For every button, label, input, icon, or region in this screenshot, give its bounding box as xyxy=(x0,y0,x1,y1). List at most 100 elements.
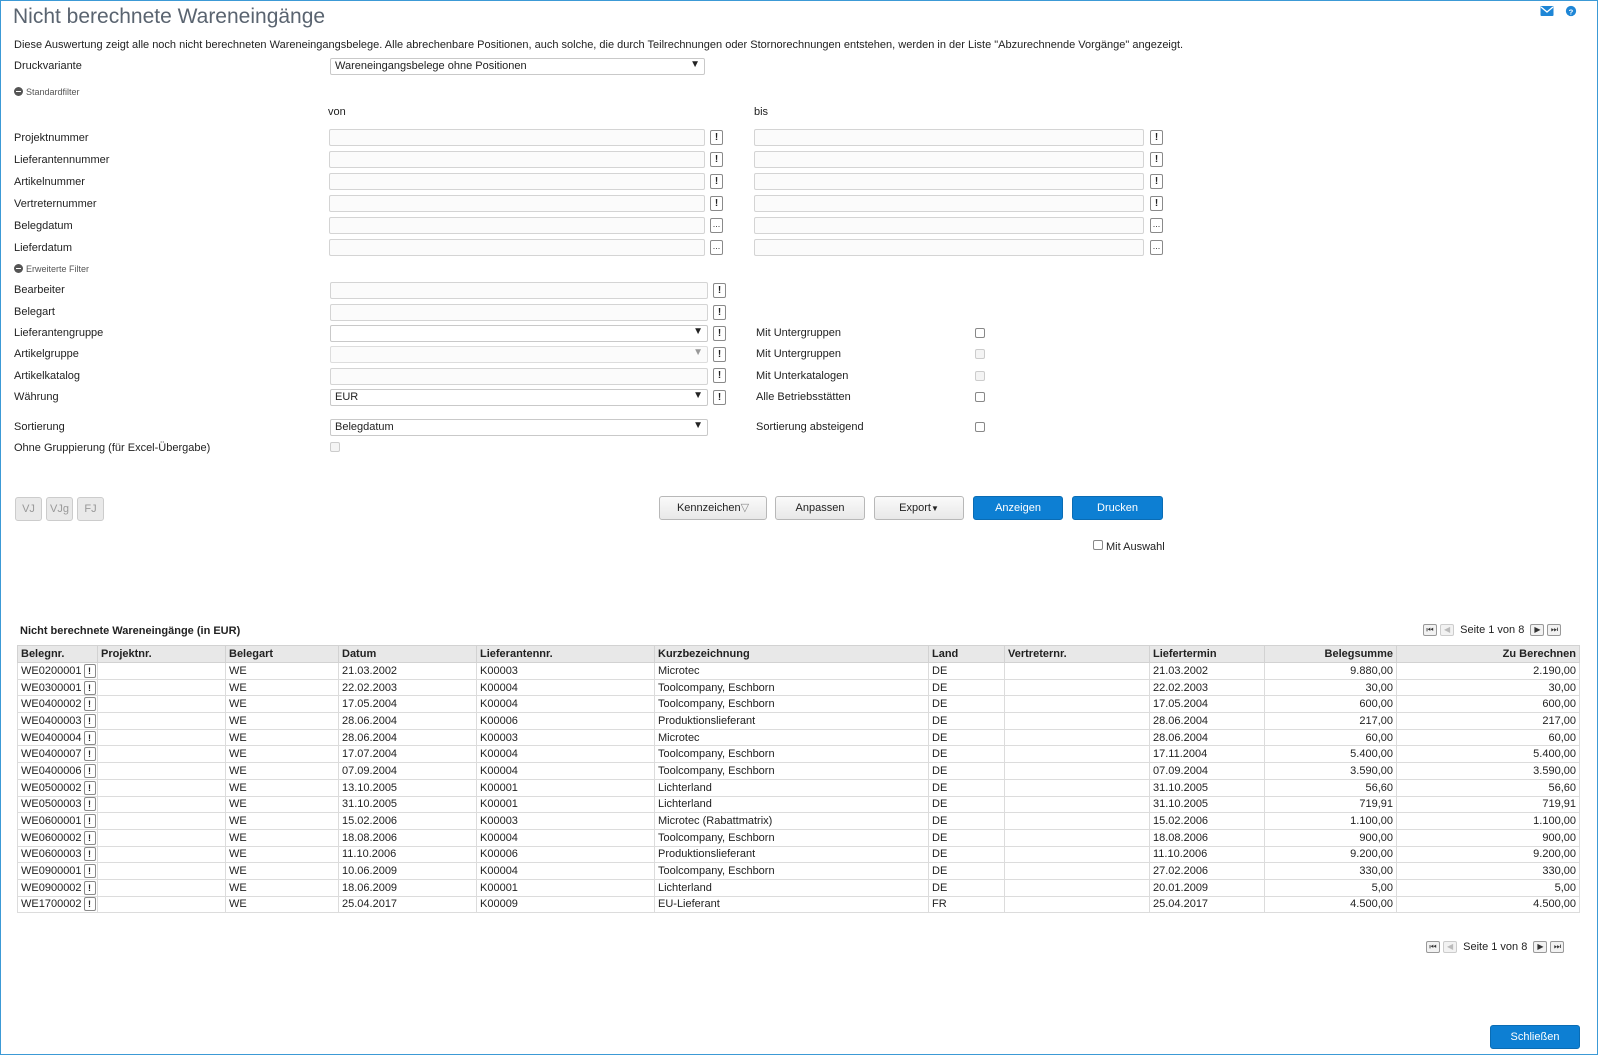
row-detail-button[interactable]: ! xyxy=(83,730,96,745)
row-detail-button[interactable]: ! xyxy=(83,747,96,762)
table-row[interactable]: WE0500002! WE 13.10.2005 K00001 Lichterland D… xyxy=(17,778,1580,797)
row-detail-button[interactable]: ! xyxy=(83,830,96,845)
last-page-icon[interactable]: ⏭ xyxy=(1547,624,1562,637)
column-header[interactable]: Belegsumme xyxy=(1264,645,1397,663)
row-detail-button[interactable]: ! xyxy=(83,763,96,778)
table-row[interactable]: WE0300001! WE 22.02.2003 K00004 Toolcompany,… xyxy=(17,678,1580,697)
help-icon[interactable]: ? xyxy=(1564,5,1578,17)
bearbeiter-lookup-button[interactable]: ! xyxy=(713,283,726,298)
column-header[interactable]: Datum xyxy=(338,645,477,663)
table-row[interactable]: WE0400004! WE 28.06.2004 K00003 Microtec DE 28… xyxy=(17,728,1580,747)
mit-untergruppen-2-checkbox[interactable] xyxy=(975,349,985,359)
lookup-button[interactable]: ! xyxy=(710,152,723,167)
vjg-button[interactable]: VJg xyxy=(46,497,73,521)
row-detail-button[interactable]: ! xyxy=(83,814,96,829)
mit-unterkatalogen-checkbox[interactable] xyxy=(975,371,985,381)
date-picker-button[interactable]: ... xyxy=(710,218,723,233)
sortierung-absteigend-checkbox[interactable] xyxy=(975,422,985,432)
column-header[interactable]: Zu Berechnen xyxy=(1396,645,1580,663)
table-row[interactable]: WE0400002! WE 17.05.2004 K00004 Toolcompany,… xyxy=(17,695,1580,714)
lookup-button[interactable]: ! xyxy=(710,130,723,145)
filter-von-input[interactable] xyxy=(329,129,705,146)
lookup-button[interactable]: ! xyxy=(710,196,723,211)
drucken-button[interactable]: Drucken xyxy=(1072,496,1163,520)
filter-von-input[interactable] xyxy=(329,173,705,190)
row-detail-button[interactable]: ! xyxy=(83,663,96,678)
standardfilter-toggle[interactable]: Standardfilter xyxy=(14,87,80,97)
column-header[interactable]: Belegnr. xyxy=(17,645,98,663)
alle-betriebsstaetten-checkbox[interactable] xyxy=(975,392,985,402)
date-picker-button[interactable]: ... xyxy=(1150,218,1163,233)
ohne-gruppierung-checkbox[interactable] xyxy=(330,442,340,452)
lookup-button[interactable]: ! xyxy=(1150,174,1163,189)
filter-bis-input[interactable] xyxy=(754,217,1144,234)
last-page-icon[interactable]: ⏭ xyxy=(1550,941,1565,954)
filter-von-input[interactable] xyxy=(329,217,705,234)
filter-bis-input[interactable] xyxy=(754,195,1144,212)
table-row[interactable]: WE0400003! WE 28.06.2004 K00006 Produktionsl… xyxy=(17,712,1580,730)
row-detail-button[interactable]: ! xyxy=(83,897,96,912)
artikelkatalog-input[interactable] xyxy=(330,368,708,385)
column-header[interactable]: Vertreternr. xyxy=(1004,645,1150,663)
anpassen-button[interactable]: Anpassen xyxy=(775,496,865,520)
column-header[interactable]: Kurzbezeichnung xyxy=(654,645,929,663)
table-row[interactable]: WE0900001! WE 10.06.2009 K00004 Toolcompany,… xyxy=(17,862,1580,880)
table-row[interactable]: WE0400006! WE 07.09.2004 K00004 Toolcompany,… xyxy=(17,762,1580,780)
first-page-icon[interactable]: ⏮ xyxy=(1423,624,1437,637)
table-row[interactable]: WE0500003! WE 31.10.2005 K00001 Lichterland D… xyxy=(17,795,1580,814)
filter-von-input[interactable] xyxy=(329,195,705,212)
first-page-icon[interactable]: ⏮ xyxy=(1426,941,1440,954)
row-detail-button[interactable]: ! xyxy=(83,847,96,862)
table-row[interactable]: WE0600002! WE 18.08.2006 K00004 Toolcompany,… xyxy=(17,828,1580,847)
column-header[interactable]: Lieferantennr. xyxy=(476,645,655,663)
row-detail-button[interactable]: ! xyxy=(83,680,96,695)
mail-icon[interactable] xyxy=(1540,5,1554,17)
column-header[interactable]: Liefertermin xyxy=(1149,645,1265,663)
filter-bis-input[interactable] xyxy=(754,151,1144,168)
table-row[interactable]: WE0400007! WE 17.07.2004 K00004 Toolcompany,… xyxy=(17,745,1580,764)
artikelgruppe-select[interactable]: ▼ xyxy=(330,346,708,363)
filter-von-input[interactable] xyxy=(329,151,705,168)
fj-button[interactable]: FJ xyxy=(77,497,104,521)
table-row[interactable]: WE0600001! WE 15.02.2006 K00003 Microtec (Ra… xyxy=(17,812,1580,830)
row-detail-button[interactable]: ! xyxy=(83,697,96,712)
date-picker-button[interactable]: ... xyxy=(710,240,723,255)
filter-von-input[interactable] xyxy=(329,239,705,256)
prev-page-icon[interactable]: ◀ xyxy=(1443,941,1458,954)
druckvariante-select[interactable]: Wareneingangsbelege ohne Positionen ▼ xyxy=(330,58,705,75)
lieferantengruppe-lookup-button[interactable]: ! xyxy=(713,326,726,341)
mit-untergruppen-1-checkbox[interactable] xyxy=(975,328,985,338)
waehrung-select[interactable]: EUR ▼ xyxy=(330,389,708,406)
row-detail-button[interactable]: ! xyxy=(83,797,96,812)
vj-button[interactable]: VJ xyxy=(15,497,42,521)
lookup-button[interactable]: ! xyxy=(1150,130,1163,145)
date-picker-button[interactable]: ... xyxy=(1150,240,1163,255)
lieferantengruppe-select[interactable]: ▼ xyxy=(330,325,708,342)
column-header[interactable]: Belegart xyxy=(225,645,339,663)
bearbeiter-input[interactable] xyxy=(330,282,708,299)
mit-auswahl-checkbox[interactable] xyxy=(1093,540,1103,550)
table-row[interactable]: WE1700002! WE 25.04.2017 K00009 EU-Lieferant… xyxy=(17,895,1580,914)
prev-page-icon[interactable]: ◀ xyxy=(1440,624,1455,637)
artikelkatalog-lookup-button[interactable]: ! xyxy=(713,368,726,383)
anzeigen-button[interactable]: Anzeigen xyxy=(973,496,1063,520)
kennzeichen-button[interactable]: Kennzeichen▽ xyxy=(659,496,767,520)
next-page-icon[interactable]: ▶ xyxy=(1533,941,1548,954)
table-row[interactable]: WE0200001! WE 21.03.2002 K00003 Microtec DE 21… xyxy=(17,662,1580,680)
row-detail-button[interactable]: ! xyxy=(83,880,96,895)
filter-bis-input[interactable] xyxy=(754,129,1144,146)
column-header[interactable]: Land xyxy=(928,645,1005,663)
filter-bis-input[interactable] xyxy=(754,173,1144,190)
table-row[interactable]: WE0600003! WE 11.10.2006 K00006 Produktionsl… xyxy=(17,845,1580,864)
table-row[interactable]: WE0900002! WE 18.06.2009 K00001 Lichterland D… xyxy=(17,878,1580,897)
next-page-icon[interactable]: ▶ xyxy=(1530,624,1545,637)
lookup-button[interactable]: ! xyxy=(710,174,723,189)
row-detail-button[interactable]: ! xyxy=(83,713,96,728)
schliessen-button[interactable]: Schließen xyxy=(1490,1025,1580,1049)
erweitertefilter-toggle[interactable]: Erweiterte Filter xyxy=(14,264,89,274)
filter-bis-input[interactable] xyxy=(754,239,1144,256)
artikelgruppe-lookup-button[interactable]: ! xyxy=(713,347,726,362)
sortierung-select[interactable]: Belegdatum ▼ xyxy=(330,419,708,436)
lookup-button[interactable]: ! xyxy=(1150,152,1163,167)
column-header[interactable]: Projektnr. xyxy=(97,645,226,663)
